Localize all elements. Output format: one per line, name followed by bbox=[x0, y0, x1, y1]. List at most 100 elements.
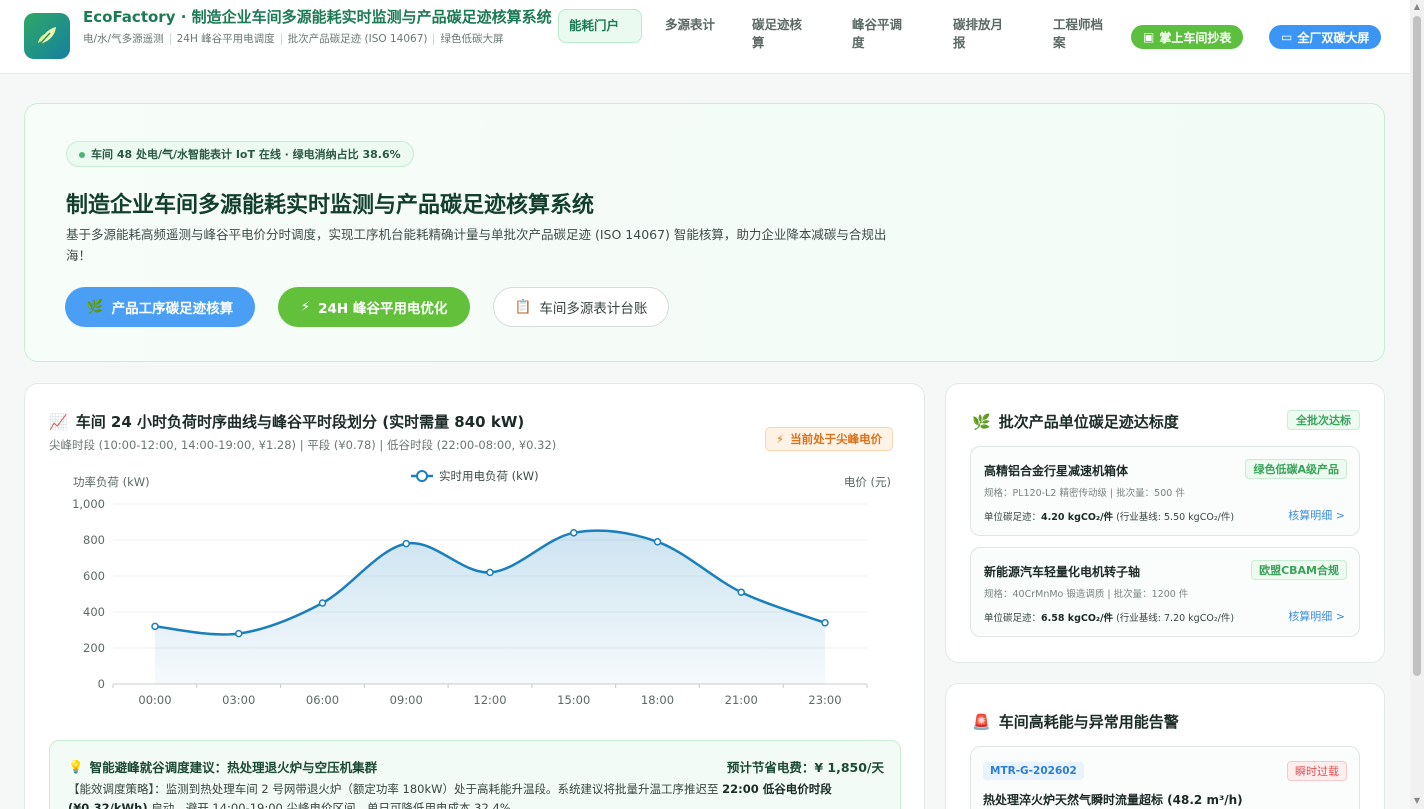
calc-detail-link[interactable]: 核算明细 > bbox=[1288, 507, 1345, 523]
load-curve-title: 📈 车间 24 小时负荷时序曲线与峰谷平时段划分 (实时需量 840 kW) bbox=[49, 411, 524, 432]
footprint-baseline: (行业基线: 7.20 kgCO₂/件) bbox=[1113, 613, 1235, 624]
y-tick-label: 0 bbox=[98, 677, 105, 691]
load-area bbox=[155, 530, 825, 684]
scroll-down-icon[interactable]: ▼ bbox=[1413, 797, 1421, 805]
all-batches-pass-badge: 全批次达标 bbox=[1287, 410, 1360, 430]
page-scrollbar[interactable]: ▲ ▼ bbox=[1410, 0, 1424, 809]
meter-ledger-button[interactable]: 📋 车间多源表计台账 bbox=[493, 287, 669, 327]
top-header: EcoFactory · 制造企业车间多源能耗实时监测与产品碳足迹核算系统 电/… bbox=[0, 0, 1410, 74]
leaf-logo-icon[interactable] bbox=[24, 13, 70, 59]
data-point bbox=[318, 599, 327, 607]
alert-type-badge: 瞬时过载 bbox=[1287, 761, 1347, 781]
hero-description: 基于多源能耗高频遥测与峰谷平电价分时调度，实现工序机台能耗精确计量与单批次产品碳… bbox=[66, 227, 887, 263]
bulb-icon: 💡 bbox=[68, 758, 84, 774]
smart-dispatch-advice: 💡 智能避峰就谷调度建议：热处理退火炉与空压机集群 预计节省电费：¥ 1,850/… bbox=[49, 740, 901, 809]
carbon-footprint-button[interactable]: 🌿 产品工序碳足迹核算 bbox=[65, 287, 255, 327]
nav-engineer-profile[interactable]: 工程师档案 bbox=[1043, 9, 1117, 59]
brand-sub-item: 批次产品碳足迹 (ISO 14067) bbox=[281, 33, 435, 45]
alert-card-title: 🚨 车间高耗能与异常用能告警 bbox=[972, 711, 1179, 732]
factory-screen-button[interactable]: ▭ 全厂双碳大屏 bbox=[1269, 25, 1382, 49]
brand-title: EcoFactory · 制造企业车间多源能耗实时监测与产品碳足迹核算系统 bbox=[83, 8, 552, 26]
x-tick-label: 00:00 bbox=[138, 693, 171, 704]
scroll-up-icon[interactable]: ▲ bbox=[1413, 3, 1421, 11]
product-item[interactable]: 新能源汽车轻量化电机转子轴 欧盟CBAM合规 规格：40CrMnMo 锻造调质 … bbox=[970, 547, 1360, 637]
load-curve-card: 📈 车间 24 小时负荷时序曲线与峰谷平时段划分 (实时需量 840 kW) 尖峰… bbox=[24, 383, 925, 809]
brand-subtitle: 电/水/气多源遥测 24H 峰谷平用电调度 批次产品碳足迹 (ISO 14067) 绿… bbox=[83, 31, 563, 46]
load-curve-chart[interactable]: 功率负荷 (kW) 电价 (元) 1,000 800 600 400 200 0 00:00 03… bbox=[25, 454, 925, 704]
footprint-value: 6.58 kgCO₂/件 bbox=[1041, 613, 1114, 624]
siren-icon: 🚨 bbox=[972, 712, 991, 731]
data-point bbox=[653, 538, 662, 546]
product-grade-badge: 欧盟CBAM合规 bbox=[1251, 560, 1347, 580]
product-footprint: 单位碳足迹：4.20 kgCO₂/件 (行业基线: 5.50 kgCO₂/件) bbox=[984, 509, 1234, 523]
alert-title: 热处理淬火炉天然气瞬时流量超标 (48.2 m³/h) bbox=[983, 793, 1243, 807]
iot-online-badge: 车间 48 处电/气/水智能表计 IoT 在线 · 绿电消纳占比 38.6% bbox=[66, 141, 414, 167]
mobile-meter-button[interactable]: ▣ 掌上车间抄表 bbox=[1131, 25, 1244, 49]
hero-banner: 车间 48 处电/气/水智能表计 IoT 在线 · 绿电消纳占比 38.6% 制… bbox=[24, 103, 1385, 362]
advice-text-part: 启动，避开 14:00-19:00 尖峰电价区间，单日可降低用电成本 32.4%… bbox=[147, 801, 523, 809]
tariff-periods: 尖峰时段 (10:00-12:00, 14:00-19:00, ¥1.28) |… bbox=[49, 438, 557, 452]
data-point bbox=[235, 629, 243, 638]
advice-title: 💡 智能避峰就谷调度建议：热处理退火炉与空压机集群 bbox=[68, 757, 377, 776]
data-point bbox=[737, 588, 745, 596]
data-point bbox=[486, 568, 494, 577]
carbon-card-title: 🌿 批次产品单位碳足迹达标度 bbox=[972, 411, 1179, 432]
data-point bbox=[821, 619, 829, 627]
brand-sub-item: 电/水/气多源遥测 bbox=[83, 33, 171, 45]
mobile-meter-label: 掌上车间抄表 bbox=[1159, 30, 1232, 45]
monitor-icon: ▭ bbox=[1281, 30, 1293, 44]
carbon-footprint-button-label: 产品工序碳足迹核算 bbox=[111, 301, 234, 317]
advice-saving: 预计节省电费：¥ 1,850/天 bbox=[726, 760, 884, 775]
y2-axis-label: 电价 (元) bbox=[844, 475, 891, 489]
x-tick-label: 15:00 bbox=[557, 693, 590, 704]
phone-icon: ▣ bbox=[1143, 30, 1155, 44]
brand-sub-item: 24H 峰谷平用电调度 bbox=[170, 33, 282, 45]
alert-item[interactable]: MTR-G-202602 瞬时过载 热处理淬火炉天然气瞬时流量超标 (48.2 … bbox=[970, 746, 1360, 809]
nav-emission-report[interactable]: 碳排放月报 bbox=[943, 9, 1023, 59]
lightning-icon: ⚡ bbox=[300, 299, 311, 315]
peak-valley-optimize-button[interactable]: ⚡ 24H 峰谷平用电优化 bbox=[278, 287, 470, 327]
x-tick-label: 23:00 bbox=[808, 693, 841, 704]
carbon-compliance-card: 🌿 批次产品单位碳足迹达标度 全批次达标 高精铝合金行星减速机箱体 绿色低碳A级产… bbox=[945, 383, 1385, 663]
y-tick-label: 600 bbox=[83, 569, 105, 583]
alert-card-title-text: 车间高耗能与异常用能告警 bbox=[998, 713, 1179, 731]
nav-peak-valley[interactable]: 峰谷平调度 bbox=[842, 9, 916, 59]
leaf-icon: 🌿 bbox=[86, 299, 104, 315]
meter-ledger-button-label: 车间多源表计台账 bbox=[539, 301, 648, 317]
clipboard-icon: 📋 bbox=[514, 299, 532, 315]
nav-carbon-footprint[interactable]: 碳足迹核算 bbox=[742, 9, 816, 59]
x-tick-label: 03:00 bbox=[222, 693, 255, 704]
x-tick-label: 06:00 bbox=[306, 693, 339, 704]
calc-detail-link[interactable]: 核算明细 > bbox=[1288, 608, 1345, 624]
x-tick-label: 18:00 bbox=[641, 693, 674, 704]
legend-label: 实时用电负荷 (kW) bbox=[439, 469, 539, 483]
hero-title: 制造企业车间多源能耗实时监测与产品碳足迹核算系统 bbox=[66, 193, 595, 218]
product-item[interactable]: 高精铝合金行星减速机箱体 绿色低碳A级产品 规格：PL120-L2 精密传动级 … bbox=[970, 446, 1360, 536]
scrollbar-thumb[interactable] bbox=[1413, 16, 1421, 676]
advice-text: 【能效调度策略】：监测到热处理车间 2 号网带退火炉（额定功率 180kW）处于… bbox=[68, 780, 888, 809]
alert-meter-id: MTR-G-202602 bbox=[983, 762, 1084, 780]
carbon-card-title-text: 批次产品单位碳足迹达标度 bbox=[998, 413, 1179, 431]
nav-multi-meter[interactable]: 多源表计 bbox=[655, 9, 729, 41]
data-point bbox=[402, 539, 410, 548]
peak-price-tag-text: 当前处于尖峰电价 bbox=[790, 432, 883, 446]
footprint-baseline: (行业基线: 5.50 kgCO₂/件) bbox=[1113, 512, 1235, 523]
y-tick-label: 800 bbox=[83, 533, 105, 547]
lightning-icon: ⚡ bbox=[776, 432, 785, 446]
nav-energy-portal[interactable]: 能耗门户 bbox=[558, 9, 642, 43]
x-tick-label: 09:00 bbox=[390, 693, 423, 704]
y-axis-label: 功率负荷 (kW) bbox=[73, 475, 150, 489]
y-tick-label: 200 bbox=[83, 641, 105, 655]
product-name: 新能源汽车轻量化电机转子轴 bbox=[984, 565, 1141, 579]
x-tick-label: 21:00 bbox=[725, 693, 758, 704]
footprint-label: 单位碳足迹： bbox=[984, 512, 1042, 523]
y-tick-label: 1,000 bbox=[72, 497, 105, 511]
data-point bbox=[151, 622, 159, 631]
chart-icon: 📈 bbox=[49, 412, 68, 431]
product-footprint: 单位碳足迹：6.58 kgCO₂/件 (行业基线: 7.20 kgCO₂/件) bbox=[984, 610, 1234, 624]
product-spec: 规格：PL120-L2 精密传动级 | 批次量：500 件 bbox=[984, 488, 1185, 499]
advice-text-part: 【能效调度策略】：监测到热处理车间 2 号网带退火炉（额定功率 180kW）处于… bbox=[68, 782, 723, 796]
load-curve-title-text: 车间 24 小时负荷时序曲线与峰谷平时段划分 (实时需量 840 kW) bbox=[75, 413, 525, 431]
footprint-value: 4.20 kgCO₂/件 bbox=[1041, 512, 1114, 523]
leaf-icon: 🌿 bbox=[972, 412, 991, 431]
